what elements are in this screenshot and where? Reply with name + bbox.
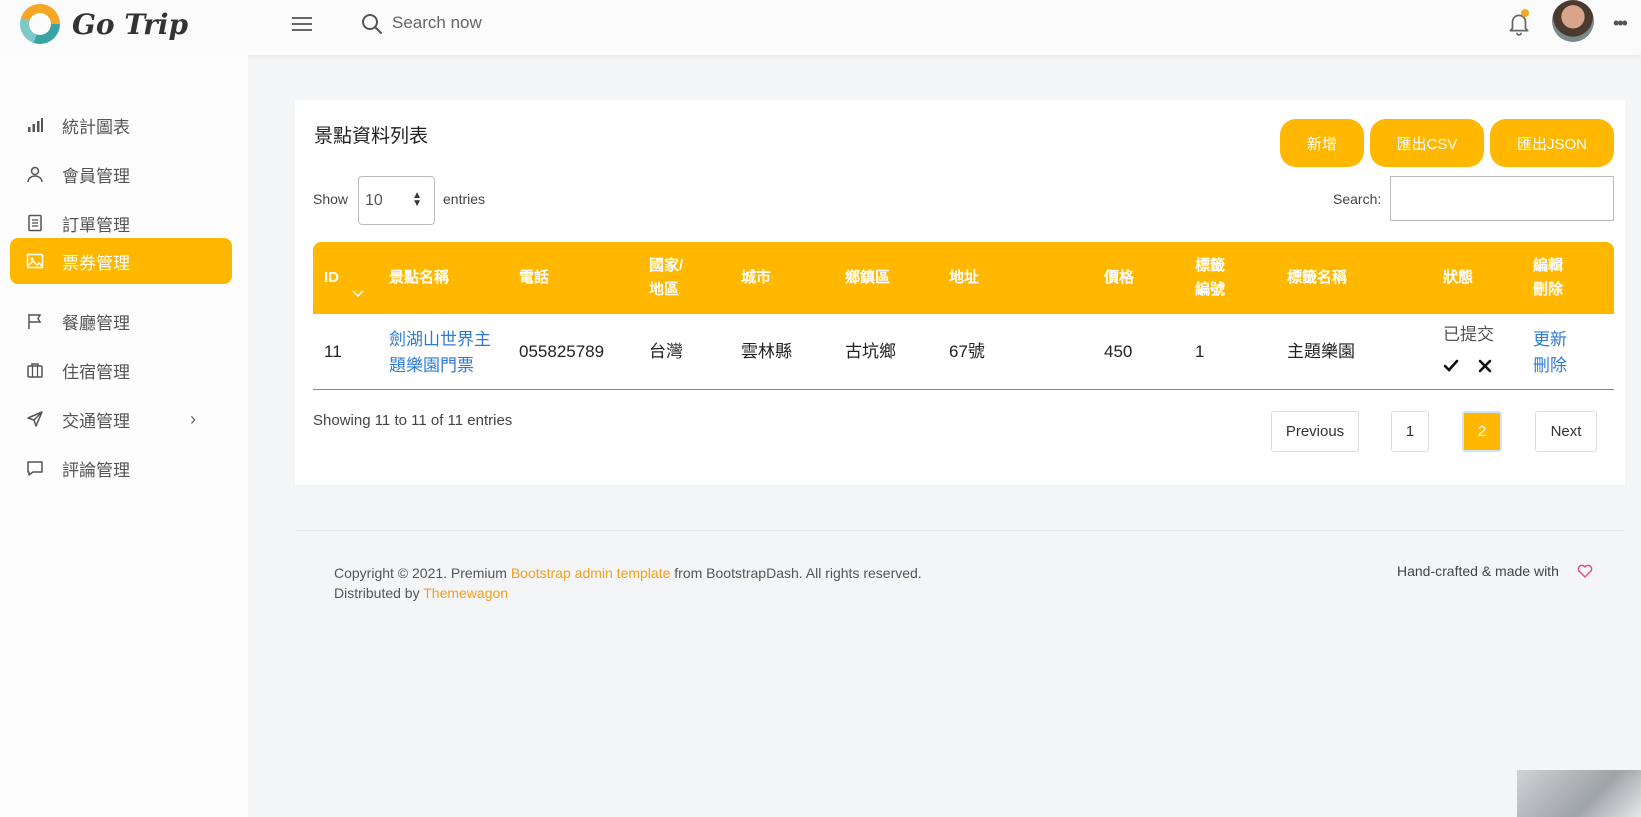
sidebar-item-label: 訂單管理 (62, 215, 130, 235)
sidebar: 統計圖表 會員管理 訂單管理 票券管理 餐廳管理 住宿管理 交通管理 › 評論管… (0, 55, 248, 817)
export-csv-button[interactable]: 匯出CSV (1370, 119, 1484, 167)
cell-name-link[interactable]: 劍湖山世界主 題樂園門票 (389, 327, 491, 379)
th-status[interactable]: 狀態 (1443, 266, 1473, 290)
approve-check-icon[interactable] (1443, 358, 1459, 374)
sort-desc-icon[interactable] (352, 290, 364, 298)
search-icon[interactable] (360, 12, 384, 36)
copyright-prefix: Copyright © 2021. Premium (334, 565, 511, 581)
entries-per-page-select[interactable]: 10 ▲ ▼ (358, 176, 435, 225)
th-tag-name[interactable]: 標籤名稱 (1287, 266, 1347, 290)
themewagon-link[interactable]: Themewagon (423, 585, 508, 601)
add-button[interactable]: 新增 (1280, 119, 1364, 167)
table-row: 11 劍湖山世界主 題樂園門票 055825789 台灣 雲林縣 古坑鄉 67號… (313, 314, 1614, 390)
image-icon (26, 253, 44, 269)
th-country[interactable]: 國家/ 地區 (649, 254, 683, 302)
send-icon (27, 411, 43, 427)
briefcase-icon (27, 363, 43, 378)
th-name[interactable]: 景點名稱 (389, 266, 449, 290)
flag-icon (28, 314, 42, 329)
sidebar-item-reviews[interactable]: 評論管理 (10, 445, 232, 491)
table-header: ID 景點名稱 電話 國家/ 地區 城市 鄉鎮區 地址 價格 標籤 編號 標籤名… (313, 242, 1614, 314)
distributed-prefix: Distributed by (334, 585, 424, 601)
message-icon (27, 461, 43, 476)
cell-country: 台灣 (649, 342, 683, 361)
webcam-thumbnail (1517, 770, 1641, 817)
footer-copyright: Copyright © 2021. Premium Bootstrap admi… (334, 563, 922, 603)
table-info: Showing 11 to 11 of 11 entries (313, 412, 513, 429)
sidebar-item-members[interactable]: 會員管理 (10, 151, 232, 197)
cell-city: 雲林縣 (741, 342, 792, 361)
sidebar-item-transport[interactable]: 交通管理 › (10, 396, 232, 442)
pagination-page-2[interactable]: 2 (1462, 411, 1502, 452)
sidebar-item-label: 餐廳管理 (62, 313, 130, 333)
footer-divider (295, 530, 1625, 531)
sidebar-item-label: 票券管理 (62, 253, 130, 273)
table-search-label: Search: (1333, 191, 1382, 207)
heart-icon (1577, 564, 1593, 578)
th-price[interactable]: 價格 (1104, 266, 1134, 290)
select-arrows-icon: ▲ ▼ (412, 190, 422, 209)
more-options-icon[interactable]: ••• (1613, 13, 1628, 34)
cell-phone: 055825789 (519, 342, 605, 361)
notification-dot (1521, 9, 1529, 17)
user-icon (27, 166, 43, 183)
th-address[interactable]: 地址 (949, 266, 979, 290)
user-avatar[interactable] (1552, 0, 1594, 42)
bar-chart-icon (28, 118, 43, 132)
cell-status: 已提交 (1443, 325, 1494, 344)
chevron-right-icon[interactable]: › (190, 409, 196, 430)
th-phone[interactable]: 電話 (519, 266, 549, 290)
cell-tag-id: 1 (1195, 342, 1205, 361)
delete-link[interactable]: 刪除 (1533, 353, 1567, 379)
entries-select-value: 10 (365, 191, 383, 209)
sidebar-item-label: 會員管理 (62, 166, 130, 186)
menu-toggle-icon[interactable] (292, 16, 312, 32)
sidebar-item-label: 統計圖表 (62, 117, 130, 137)
entries-label: entries (443, 191, 486, 207)
brand-name[interactable]: Go Trip (72, 8, 188, 41)
cell-price: 450 (1104, 342, 1133, 361)
th-city[interactable]: 城市 (741, 266, 771, 290)
reject-x-icon[interactable] (1477, 358, 1493, 374)
export-json-button[interactable]: 匯出JSON (1490, 119, 1614, 167)
sidebar-item-tickets[interactable]: 票券管理 (10, 238, 232, 284)
sidebar-item-lodging[interactable]: 住宿管理 (10, 347, 232, 393)
update-link[interactable]: 更新 (1533, 327, 1567, 353)
cell-id: 11 (324, 342, 342, 361)
cell-address: 67號 (949, 342, 985, 361)
top-navbar: Go Trip ••• (0, 0, 1641, 55)
document-icon (28, 214, 42, 232)
cell-district: 古坑鄉 (845, 342, 896, 361)
sidebar-item-statistics[interactable]: 統計圖表 (10, 102, 232, 148)
sidebar-item-label: 住宿管理 (62, 362, 130, 382)
th-actions: 編輯 刪除 (1533, 257, 1564, 298)
pagination-next[interactable]: Next (1535, 411, 1597, 452)
pagination-previous[interactable]: Previous (1271, 411, 1359, 452)
template-link[interactable]: Bootstrap admin template (511, 565, 671, 581)
page-title: 景點資料列表 (314, 126, 429, 147)
pagination-page-1[interactable]: 1 (1391, 411, 1429, 452)
search-input[interactable] (392, 10, 652, 36)
footer-handcrafted: Hand-crafted & made with (1397, 563, 1559, 579)
sidebar-item-label: 交通管理 (62, 411, 130, 431)
th-district[interactable]: 鄉鎮區 (845, 266, 890, 290)
th-tag-id[interactable]: 標籤 編號 (1195, 254, 1225, 302)
sidebar-item-label: 評論管理 (62, 460, 130, 480)
copyright-suffix: from BootstrapDash. All rights reserved. (670, 565, 922, 581)
show-label: Show (313, 191, 349, 207)
th-id[interactable]: ID (324, 266, 339, 290)
cell-tag-name: 主題樂園 (1287, 342, 1355, 361)
table-search-input[interactable] (1390, 176, 1614, 221)
sidebar-item-restaurants[interactable]: 餐廳管理 (10, 298, 232, 344)
brand-logo-icon[interactable] (20, 4, 60, 44)
